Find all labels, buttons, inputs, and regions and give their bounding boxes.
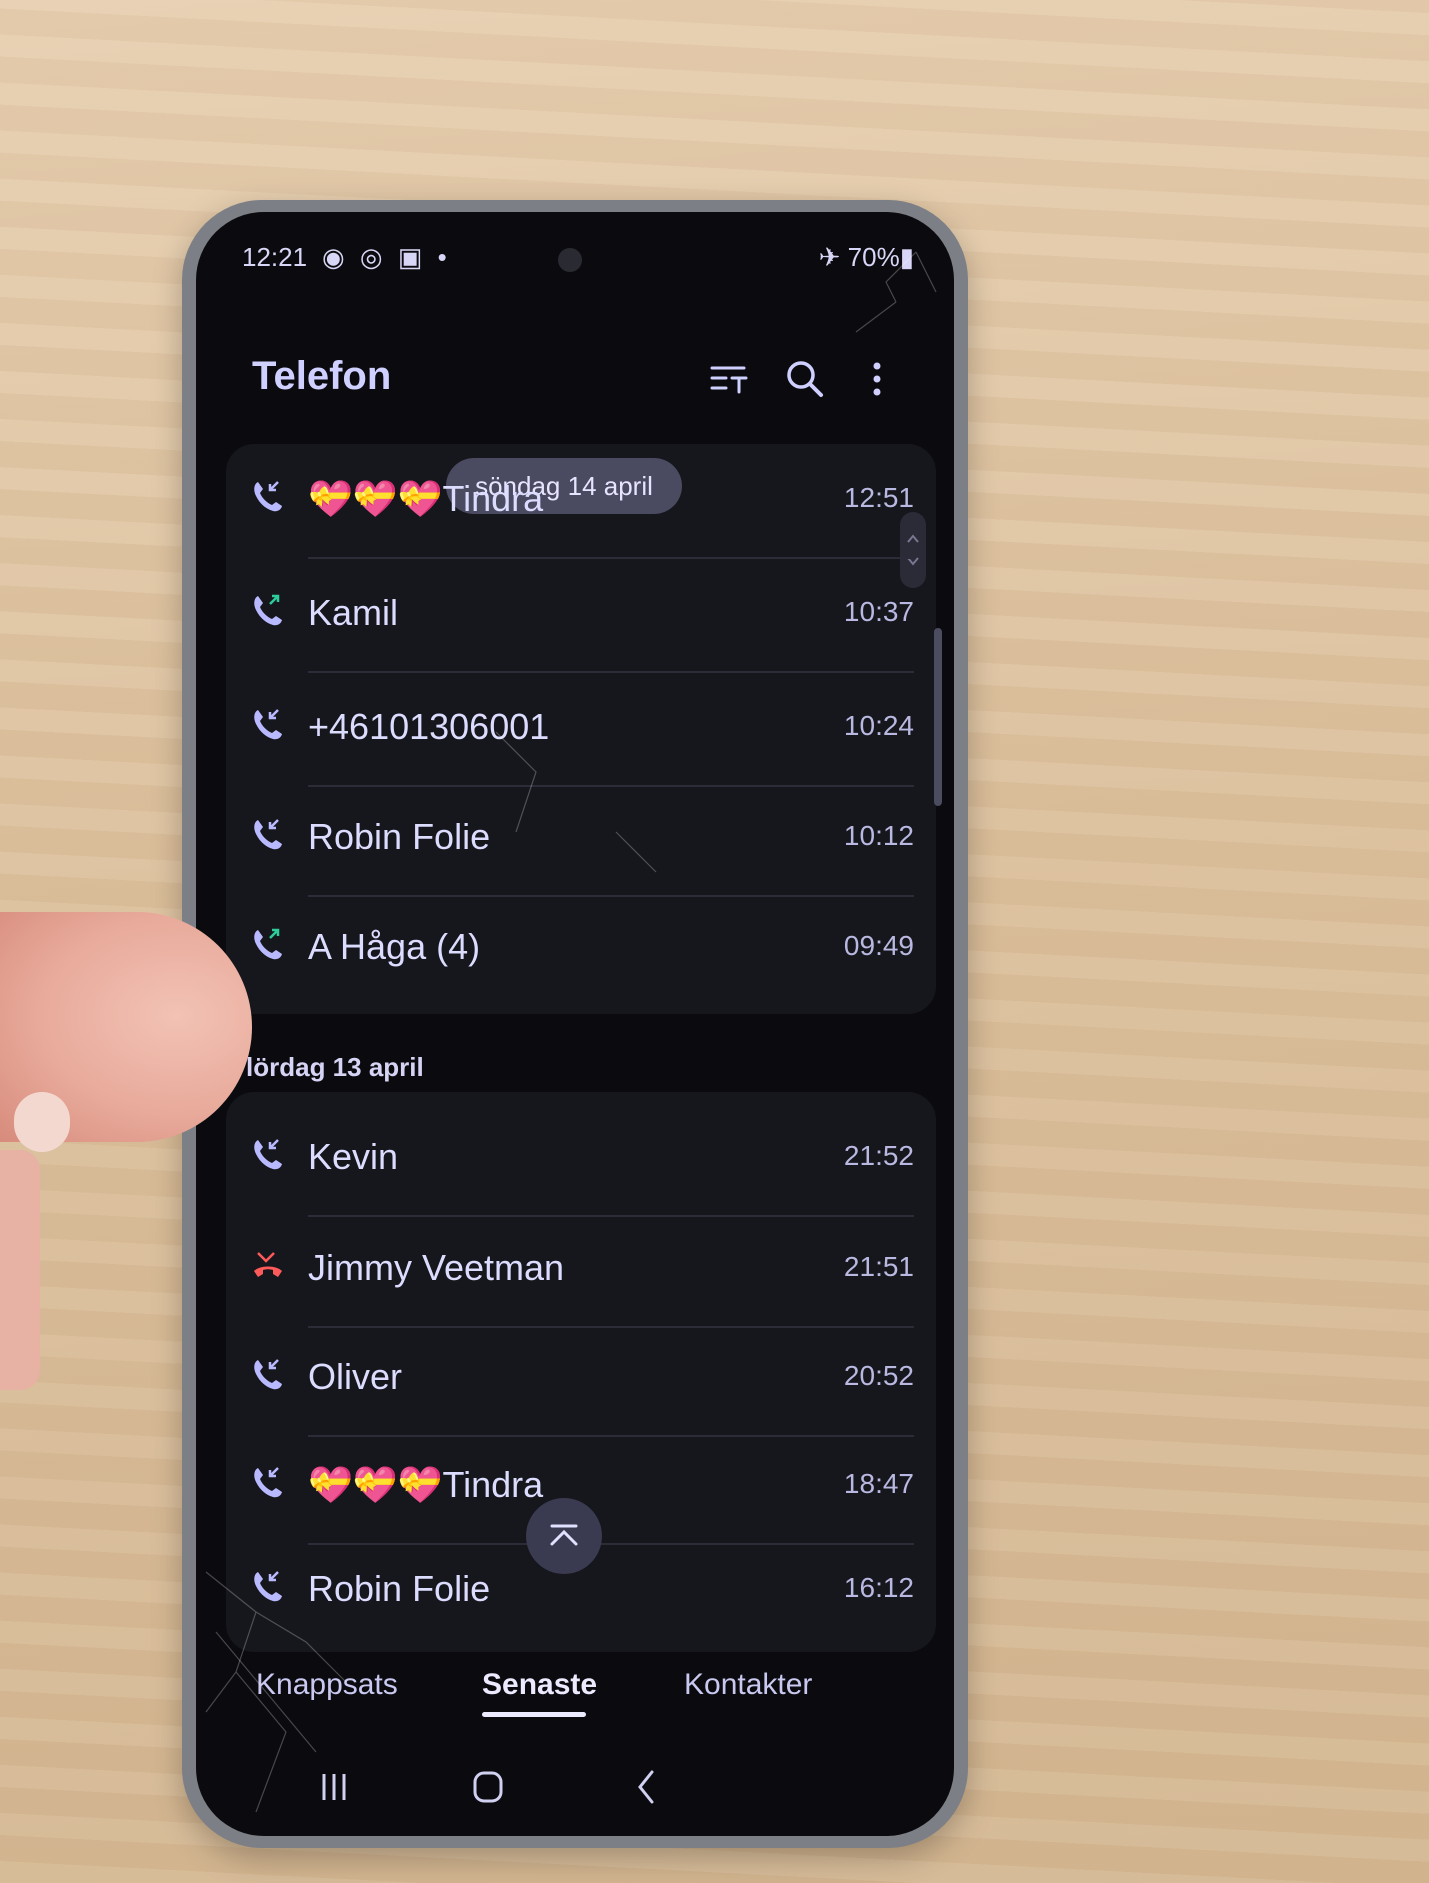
caller-name: Oliver	[308, 1356, 403, 1397]
tab-recent[interactable]: Senaste	[482, 1668, 597, 1702]
caller-name: Kevin	[308, 1136, 399, 1177]
incoming-call-icon	[254, 709, 282, 740]
outgoing-call-icon	[254, 594, 282, 626]
incoming-call-icon	[254, 819, 282, 850]
call-time: 12:51	[843, 482, 914, 513]
call-log-row[interactable]: Kamil 10:37	[226, 562, 936, 673]
fingernail	[14, 1092, 70, 1152]
caller-name: 💝💝💝Tindra	[308, 478, 544, 519]
call-time: 18:47	[843, 1468, 914, 1499]
call-time: 21:51	[843, 1251, 914, 1282]
caller-name: A Håga (4)	[308, 926, 481, 967]
incoming-call-icon	[254, 1139, 282, 1170]
call-time: 16:12	[843, 1572, 914, 1603]
caller-name: Robin Folie	[308, 1568, 491, 1609]
active-tab-indicator	[482, 1712, 586, 1717]
incoming-call-icon	[254, 1571, 282, 1602]
call-log-row[interactable]: Kevin 21:52	[226, 1106, 936, 1217]
call-time: 10:37	[843, 596, 914, 627]
scroll-to-top-button[interactable]	[526, 1498, 602, 1574]
tab-contacts[interactable]: Kontakter	[684, 1668, 812, 1702]
caller-name: 💝💝💝Tindra	[308, 1464, 544, 1505]
heart-emoji: 💝💝💝	[308, 1464, 443, 1505]
battery-indicator: ✈ 70%▮	[818, 242, 914, 272]
app-bar: Telefon	[252, 354, 914, 414]
filter-button[interactable]	[704, 354, 754, 404]
row-divider	[308, 671, 914, 673]
call-time: 21:52	[843, 1140, 914, 1171]
call-log-row[interactable]: Robin Folie 10:12	[226, 786, 936, 897]
date-header: lördag 13 april	[246, 1052, 424, 1082]
call-log-row[interactable]: Oliver 20:52	[226, 1326, 936, 1437]
call-log-row[interactable]: A Håga (4) 09:49	[226, 896, 936, 1007]
heart-emoji: 💝💝💝	[308, 478, 443, 519]
more-options-button[interactable]	[852, 354, 902, 404]
incoming-call-icon	[254, 1359, 282, 1390]
finger-second	[0, 1150, 40, 1390]
filter-icon	[710, 366, 748, 394]
call-time: 20:52	[843, 1360, 914, 1391]
tab-keypad[interactable]: Knappsats	[256, 1668, 398, 1702]
missed-call-icon	[254, 1252, 282, 1277]
incoming-call-icon	[254, 481, 282, 512]
call-time: 10:12	[843, 820, 914, 851]
call-log-row[interactable]: 💝💝💝Tindra 12:51	[226, 448, 936, 559]
call-log-row[interactable]: +46101306001 10:24	[226, 676, 936, 787]
system-nav-bar	[196, 1752, 954, 1822]
outgoing-call-icon	[254, 928, 282, 960]
front-camera	[558, 248, 582, 272]
recent-apps-icon[interactable]	[304, 1762, 364, 1812]
bottom-tab-bar: Knappsats Senaste Kontakter	[196, 1650, 954, 1730]
row-divider	[308, 557, 914, 559]
scroll-top-icon	[550, 1524, 578, 1546]
call-time: 09:49	[843, 930, 914, 961]
home-icon[interactable]	[458, 1762, 518, 1812]
caller-name: Kamil	[308, 592, 399, 633]
page-title: Telefon	[252, 354, 392, 398]
more-vertical-icon	[873, 362, 881, 396]
status-icons: ◉ ◎ ▣ •	[322, 242, 451, 272]
call-time: 10:24	[843, 710, 914, 741]
phone-screen: 12:21 ◉ ◎ ▣ • ✈ 70%▮ Telefon söndag 14 a…	[196, 212, 954, 1836]
search-icon	[787, 361, 823, 397]
search-button[interactable]	[780, 354, 830, 404]
call-log-row[interactable]: Jimmy Veetman 21:51	[226, 1217, 936, 1328]
status-time: 12:21	[242, 242, 308, 272]
caller-number: +46101306001	[308, 706, 550, 747]
incoming-call-icon	[254, 1467, 282, 1498]
back-icon[interactable]	[616, 1762, 676, 1812]
caller-name: Robin Folie	[308, 816, 491, 857]
caller-name: Jimmy Veetman	[308, 1247, 565, 1288]
